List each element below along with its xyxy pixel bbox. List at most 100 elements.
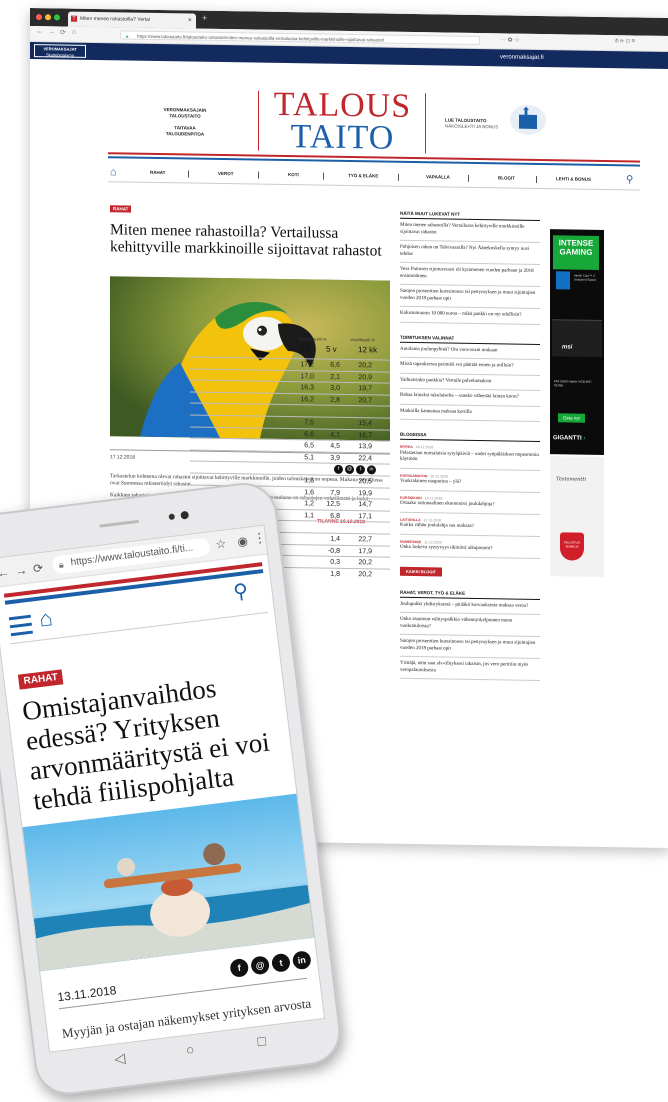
table-cell: 17,2 <box>292 361 314 368</box>
blog-post-link[interactable]: NUMEROISE11.12.2018Onko laskeva syntyvyy… <box>400 534 540 558</box>
close-tab-icon[interactable]: ✕ <box>188 13 192 28</box>
page-actions[interactable]: ··· ✿ ☆ <box>500 36 520 43</box>
table-cell: 1,2 <box>292 500 314 507</box>
lock-icon: 🔒︎ <box>58 555 65 573</box>
back-icon[interactable]: ← <box>36 28 43 35</box>
table-cell: 0,3 <box>318 559 340 566</box>
table-cell: 19,7 <box>350 385 372 392</box>
msi-logo: msi <box>562 344 572 350</box>
nav-item-rahat[interactable]: RAHAT <box>150 170 165 175</box>
table-cell: 1,8 <box>318 570 340 577</box>
more-icon[interactable]: ⋮ <box>252 530 267 547</box>
blog-post-link[interactable]: MYRKA20.12.2018Pelastetaan nuosalaisia s… <box>400 440 540 471</box>
all-blogs-button[interactable]: KAIKKI BLOGIT <box>400 566 442 576</box>
sidebar-article-link[interactable]: Vesa Puttosen sijoitusvuosi oli kymmenen… <box>400 263 540 287</box>
maximize-window-dot[interactable] <box>54 14 60 20</box>
nav-item-koti[interactable]: KOTI <box>288 172 299 177</box>
intel-core-badge-icon <box>556 271 570 289</box>
sidebar-article-link[interactable]: Satojen prosenttien kurssinousu tai pett… <box>400 285 540 309</box>
article-image-balancing-stones <box>23 794 315 972</box>
table-cell: 15,4 <box>350 420 372 427</box>
table-cell: 1,4 <box>318 536 340 543</box>
recent-apps-icon[interactable]: □ <box>256 1032 266 1049</box>
new-tab-button[interactable]: + <box>202 13 207 23</box>
blog-post-link[interactable]: KORVAAMATON18.12.2018Vuokralainen naapur… <box>400 468 540 492</box>
table-cell: 22,7 <box>350 536 372 543</box>
blog-title: Ostaako rationaalinen ekonomisti joulula… <box>400 501 540 510</box>
site-favicon: T <box>71 16 77 22</box>
table-cell: -0,8 <box>318 547 340 554</box>
table-cell: 1,1 <box>292 512 314 519</box>
reload-icon[interactable]: ⟳ <box>60 28 66 36</box>
logo-taito[interactable]: TAITO <box>265 121 420 155</box>
nav-item-tyo-elake[interactable]: TYÖ & ELÄKE <box>348 173 378 178</box>
nav-item-lehti-bonus[interactable]: LEHTI & BONUS <box>556 176 591 182</box>
column-group-volatility: Volatiliteetti % <box>350 337 375 342</box>
sidebar-article-link[interactable]: Kalustomuutto 10 000 euroa – mikä pankki… <box>400 307 540 325</box>
table-cell: 4,1 <box>318 431 340 438</box>
sidebar-article-link[interactable]: Matkoilla kannattaa maksaa kortilla <box>400 404 540 422</box>
sidebar-article-link[interactable]: Miten menee rahastoilla? Vertailussa keh… <box>400 219 540 243</box>
linkedin-icon[interactable]: in <box>292 950 312 970</box>
extension-icon[interactable]: ◉ <box>236 534 248 549</box>
ad-buy-button[interactable]: Osta nyt <box>558 413 585 422</box>
veronmaksajat-link[interactable]: veronmaksajat.fi <box>500 54 544 61</box>
table-cell: 17,1 <box>350 513 372 520</box>
home-icon[interactable]: ⌂ <box>38 606 54 631</box>
nav-item-vapaalla[interactable]: VAPAALLA <box>426 174 450 179</box>
forward-icon[interactable]: → <box>48 28 55 35</box>
table-cell: 20,5 <box>350 478 372 485</box>
blog-post-link[interactable]: LAITURILLA12.12.2018Kaitka vähän joulula… <box>400 512 540 536</box>
nav-item-blogit[interactable]: BLOGIT <box>498 175 515 180</box>
forward-icon[interactable]: → <box>14 563 28 578</box>
logo-divider <box>425 93 426 153</box>
star-icon[interactable]: ☆ <box>215 536 227 551</box>
blog-post-link[interactable]: KURSSIKAIN14.12.2018Ostaako rationaaline… <box>400 490 540 514</box>
address-bar[interactable]: 🔒︎ https://www.taloustaito.fi/taloustait… <box>120 30 480 45</box>
facebook-icon[interactable]: f <box>229 958 249 978</box>
blog-category: KURSSIKAIN <box>400 495 422 499</box>
toolbar-right-icons[interactable]: ⫛ ⊪ ⊡ ≡ <box>615 38 635 45</box>
sidebar-article-link[interactable]: Pohjoisen rahan on Talvivaaralla? Nyt Ää… <box>400 241 540 265</box>
home-circle-icon[interactable]: ○ <box>185 1041 195 1058</box>
masthead-tagline: VERONMAKSAJAIN TALOUSTAITO TAITAVAA TALO… <box>130 107 240 139</box>
back-icon[interactable]: ← <box>0 565 10 580</box>
category-badge[interactable]: RAHAT <box>110 205 131 212</box>
column-header: 12 kk <box>358 345 377 354</box>
search-icon[interactable]: ⚲ <box>626 174 633 185</box>
salvation-army-ad[interactable]: Testamentti PELASTUS ARMEIJA <box>550 456 604 577</box>
table-cell: 6,5 <box>292 442 314 449</box>
table-cell: 1,6 <box>292 489 314 496</box>
article: RAHAT Miten menee rahastoilla? Vertailus… <box>110 197 390 259</box>
sidebar-article-link[interactable]: Satojen prosenttien kurssinousu tai pett… <box>400 635 540 659</box>
sidebar-article-link[interactable]: Onko asuntoon välityspalkkio vähennyskel… <box>400 613 540 637</box>
home-button-icon[interactable]: ⌂ <box>72 29 76 36</box>
veronmaksajat-logo[interactable]: VEROMAKSAJAT Skattebetalarna <box>34 44 86 58</box>
table-cell: 16,2 <box>292 396 314 403</box>
table-cell: 12,5 <box>318 501 340 508</box>
back-triangle-icon[interactable]: ◁ <box>113 1050 126 1068</box>
table-cell: 6,8 <box>318 512 340 519</box>
blog-category: LAITURILLA <box>400 517 421 521</box>
close-window-dot[interactable] <box>36 14 42 20</box>
tagline-line: TALOUDENPITOA <box>130 131 240 139</box>
twitter-icon[interactable]: t <box>271 953 291 973</box>
category-badge[interactable]: RAHAT <box>18 669 64 689</box>
column-header: 3 v <box>300 344 311 353</box>
mobile-url: https://www.taloustaito.fi/ti... <box>70 542 194 568</box>
download-magazine-icon[interactable]: ⬆ <box>510 105 546 136</box>
intel-msi-ad[interactable]: INTENSE GAMING Intel® Core™ i7 Unlocked … <box>550 229 604 455</box>
minimize-window-dot[interactable] <box>45 14 51 20</box>
sidebar-article-link[interactable]: Yrittäjä, näin saat alv-tilityksesi taka… <box>400 657 540 681</box>
search-icon[interactable]: ⚲ <box>232 578 250 605</box>
table-cell: 3,9 <box>318 454 340 461</box>
lock-icon: 🔒︎ <box>126 32 128 41</box>
home-icon[interactable]: ⌂ <box>110 166 117 178</box>
blog-title: Onko laskeva syntyvyys tikittävä aikapom… <box>400 545 540 554</box>
table-cell: 6,6 <box>318 362 340 369</box>
blog-category: NUMEROISE <box>400 539 421 543</box>
email-icon[interactable]: @ <box>250 955 270 975</box>
nav-item-verot[interactable]: VEROT <box>218 171 234 176</box>
reload-icon[interactable]: ⟳ <box>32 561 44 576</box>
hamburger-icon[interactable] <box>9 615 34 642</box>
